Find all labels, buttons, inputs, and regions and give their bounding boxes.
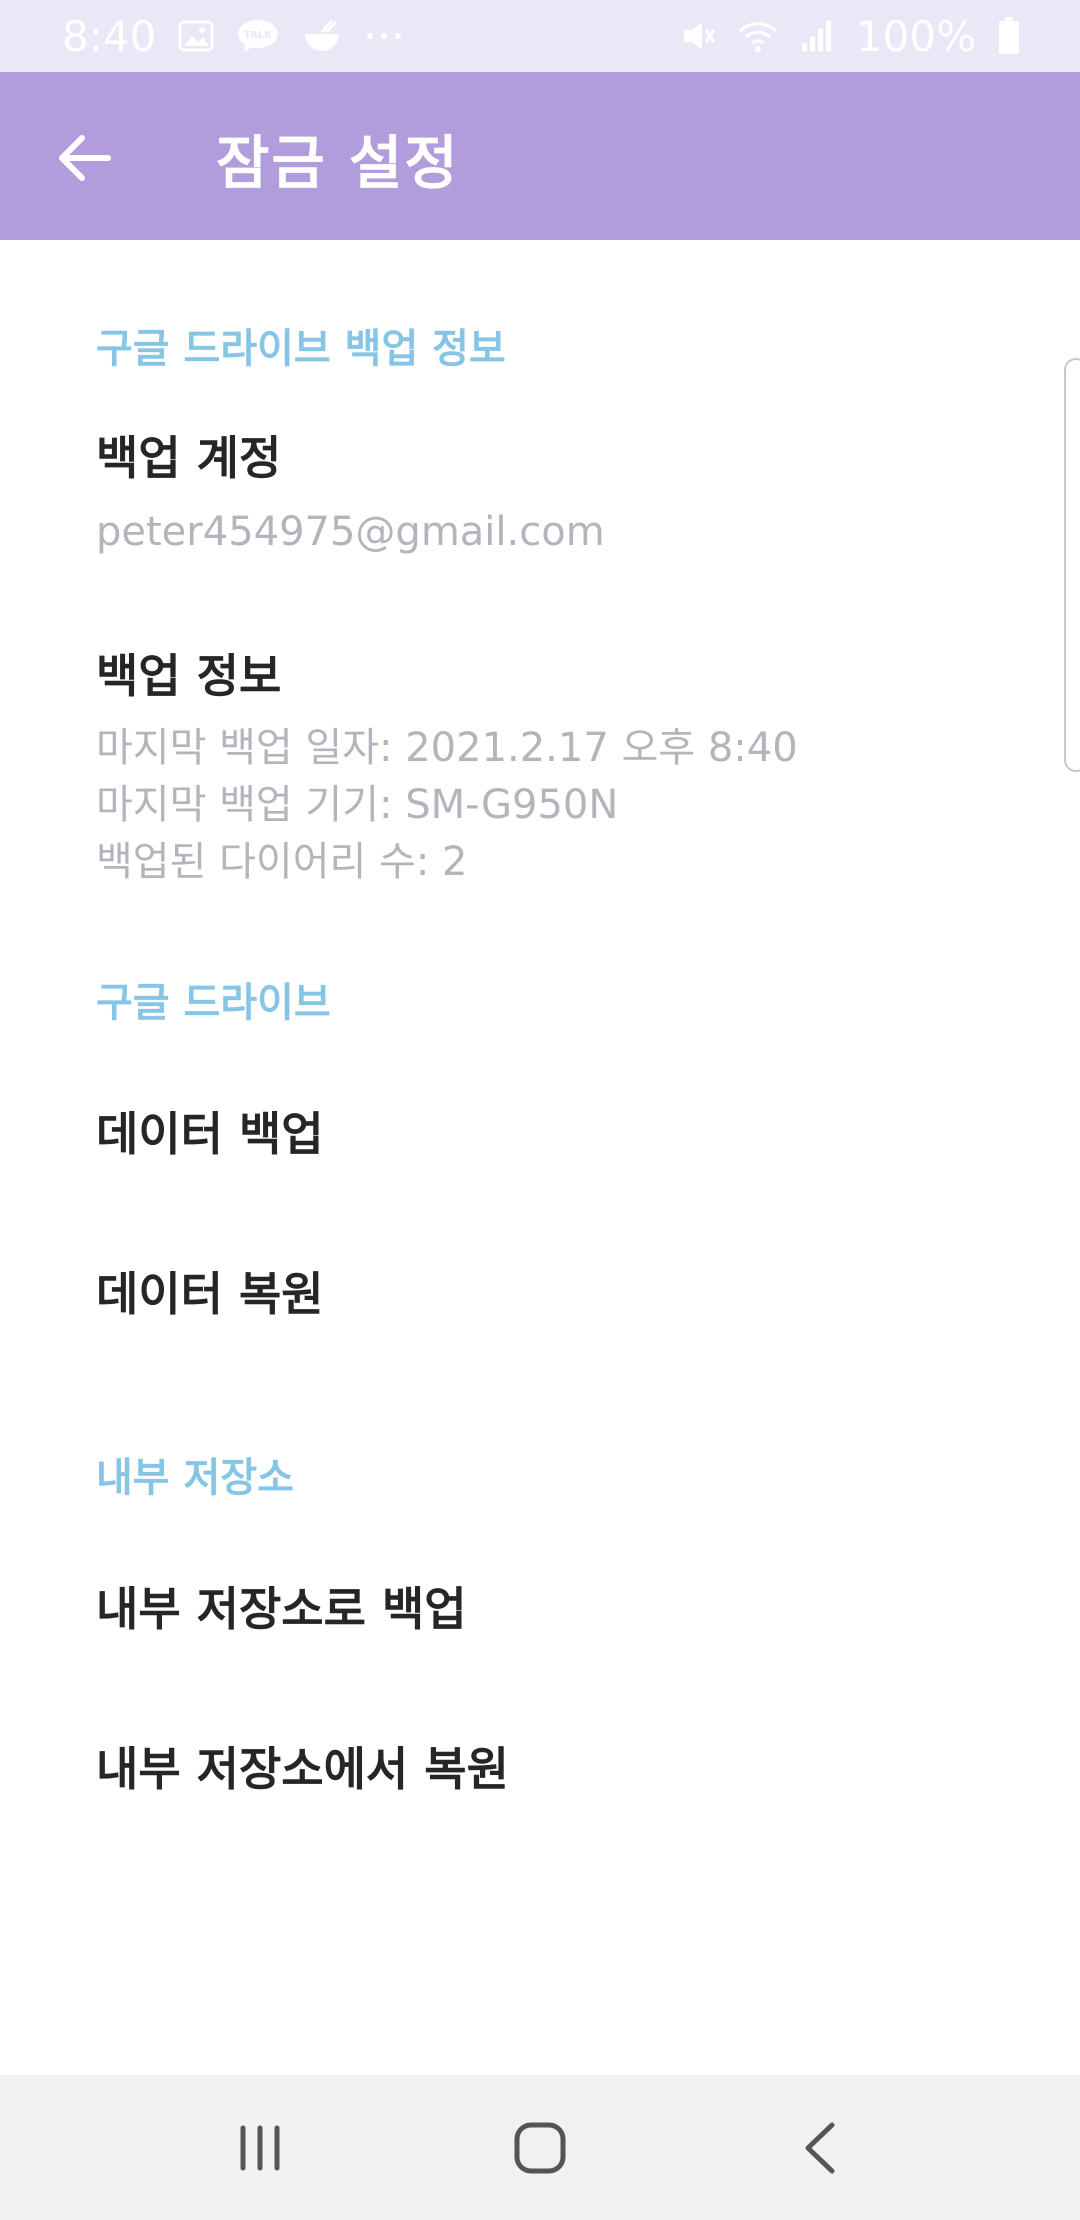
- data-restore-title: 데이터 복원: [96, 1267, 324, 1321]
- kakaotalk-icon: TALK: [236, 18, 280, 54]
- status-bar: 8:40 TALK 100%: [0, 0, 1080, 72]
- home-button[interactable]: [480, 2088, 600, 2208]
- data-backup-title: 데이터 백업: [96, 1107, 324, 1161]
- recents-button[interactable]: [200, 2088, 320, 2208]
- backup-account-item[interactable]: 백업 계정 peter454975@gmail.com: [0, 400, 1080, 600]
- recents-icon: [240, 2125, 280, 2170]
- internal-restore-title: 내부 저장소에서 복원: [96, 1742, 509, 1796]
- backup-info-last-date: 마지막 백업 일자: 2021.2.17 오후 8:40: [96, 725, 798, 771]
- status-left: 8:40 TALK: [62, 12, 404, 61]
- section-header-google-drive: 구글 드라이브: [96, 980, 331, 1026]
- home-icon: [514, 2122, 566, 2173]
- internal-backup-item[interactable]: 내부 저장소로 백업: [0, 1523, 1080, 1683]
- internal-restore-item[interactable]: 내부 저장소에서 복원: [0, 1683, 1080, 1843]
- more-notifications-icon: [364, 31, 404, 41]
- clock: 8:40: [62, 11, 157, 61]
- mute-icon: [680, 18, 716, 54]
- wifi-icon: [738, 19, 778, 53]
- system-back-button[interactable]: [760, 2088, 880, 2208]
- gallery-icon: [178, 20, 214, 52]
- arrow-left-icon: [59, 135, 111, 181]
- food-icon: [302, 18, 342, 54]
- talk-badge-text: TALK: [244, 30, 273, 41]
- section-header-google-backup-info: 구글 드라이브 백업 정보: [96, 326, 506, 372]
- navigation-bar: [0, 2075, 1080, 2220]
- data-backup-item[interactable]: 데이터 백업: [0, 1048, 1080, 1208]
- internal-backup-title: 내부 저장소로 백업: [96, 1582, 467, 1636]
- backup-info-diary-count: 백업된 다이어리 수: 2: [96, 839, 468, 885]
- status-right: 100%: [680, 12, 1020, 61]
- settings-list: 구글 드라이브 백업 정보 백업 계정 peter454975@gmail.co…: [0, 240, 1080, 2075]
- signal-icon: [800, 19, 834, 53]
- data-restore-item[interactable]: 데이터 복원: [0, 1208, 1080, 1368]
- back-icon: [805, 2122, 835, 2173]
- page-title: 잠금 설정: [216, 129, 460, 197]
- battery-percent: 100%: [855, 11, 976, 61]
- backup-info-item[interactable]: 백업 정보 마지막 백업 일자: 2021.2.17 오후 8:40 마지막 백…: [0, 620, 1080, 920]
- section-header-internal-storage: 내부 저장소: [96, 1455, 294, 1501]
- backup-info-title: 백업 정보: [96, 649, 282, 703]
- edge-panel-handle[interactable]: [1064, 358, 1080, 772]
- back-button[interactable]: [48, 122, 120, 194]
- battery-icon: [998, 17, 1020, 55]
- backup-account-title: 백업 계정: [96, 431, 282, 485]
- backup-info-last-device: 마지막 백업 기기: SM-G950N: [96, 782, 619, 828]
- app-bar: 잠금 설정: [0, 72, 1080, 240]
- backup-account-email: peter454975@gmail.com: [96, 509, 605, 555]
